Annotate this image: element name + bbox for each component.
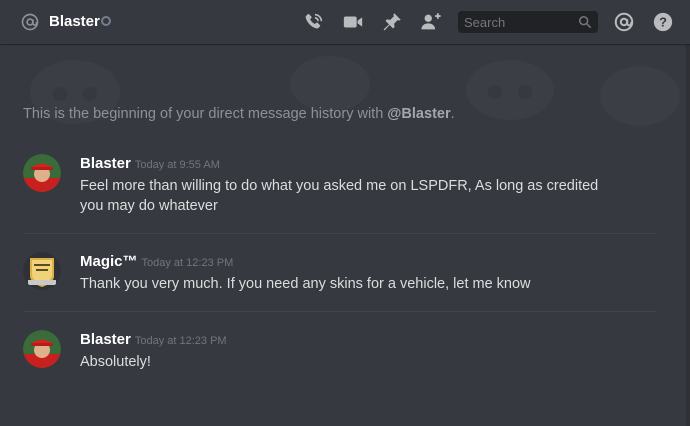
help-icon[interactable]: ? — [652, 11, 674, 33]
message-author[interactable]: Magic™ — [80, 253, 138, 270]
message-author[interactable]: Blaster — [80, 331, 131, 348]
channel-header: Blaster ? — [0, 0, 690, 44]
dm-history-intro: This is the beginning of your direct mes… — [23, 106, 455, 122]
message-divider — [23, 311, 657, 312]
message-item: Blaster Today at 9:55 AM Feel more than w… — [23, 154, 663, 214]
video-call-icon[interactable] — [342, 11, 364, 33]
svg-text:?: ? — [659, 15, 667, 30]
intro-suffix: . — [450, 106, 455, 122]
message-item: Blaster Today at 12:23 PM Absolutely! — [23, 330, 663, 372]
search-box[interactable] — [458, 11, 598, 33]
pin-icon[interactable] — [381, 11, 403, 33]
message-text: Feel more than willing to do what you as… — [80, 178, 599, 214]
message-item: Magic™ Today at 12:23 PM Thank you very m… — [23, 252, 663, 294]
message-timestamp: Today at 12:23 PM — [134, 335, 227, 347]
mentions-icon[interactable] — [613, 11, 635, 33]
at-sign-icon — [21, 13, 39, 31]
message-timestamp: Today at 9:55 AM — [134, 159, 220, 171]
status-offline-icon — [101, 16, 111, 26]
avatar[interactable] — [23, 252, 61, 290]
message-divider — [23, 233, 657, 234]
discord-watermark-icon — [30, 56, 680, 126]
channel-name: Blaster — [49, 13, 100, 30]
message-text: Absolutely! — [80, 354, 151, 370]
avatar[interactable] — [23, 154, 61, 192]
search-icon — [578, 15, 592, 29]
avatar[interactable] — [23, 330, 61, 368]
message-timestamp: Today at 12:23 PM — [141, 257, 234, 269]
message-author[interactable]: Blaster — [80, 155, 131, 172]
call-icon[interactable] — [303, 11, 325, 33]
message-text: Thank you very much. If you need any ski… — [80, 276, 531, 292]
user-mention[interactable]: @Blaster — [387, 106, 450, 122]
search-input[interactable] — [458, 11, 576, 33]
scrollbar[interactable] — [686, 44, 690, 426]
add-friend-icon[interactable] — [420, 11, 442, 33]
intro-text: This is the beginning of your direct mes… — [23, 106, 388, 122]
